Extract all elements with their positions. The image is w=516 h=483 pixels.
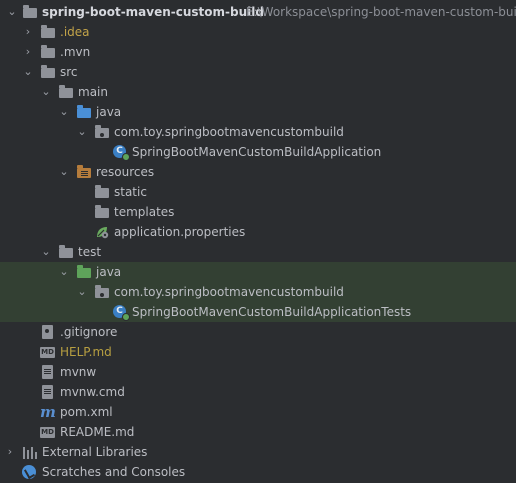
chevron-down-icon[interactable]: ⌄ [40,82,52,102]
chevron-down-icon[interactable]: ⌄ [22,62,34,82]
project-name: spring-boot-maven-custom-build [42,5,264,19]
tree-row-project-root[interactable]: ⌄ spring-boot-maven-custom-build E:\Work… [0,2,516,22]
tree-item-label: Scratches and Consoles [42,465,186,479]
chevron-down-icon[interactable]: ⌄ [58,162,70,182]
folder-icon [40,25,56,39]
tree-item-label: mvnw.cmd [60,385,125,399]
folder-icon [58,245,74,259]
tree-row-main-java[interactable]: ⌄ java [0,102,516,122]
tree-item-label: main [78,85,108,99]
tree-row-resources[interactable]: ⌄ resources [0,162,516,182]
tree-row-idea[interactable]: › .idea [0,22,516,42]
tree-item-label: SpringBootMavenCustomBuildApplicationTes… [132,305,412,319]
tree-item-label: java [96,105,122,119]
chevron-down-icon[interactable]: ⌄ [6,2,18,22]
chevron-right-icon[interactable]: › [22,42,34,62]
tree-item-label: External Libraries [42,445,148,459]
tree-row-main-class[interactable]: C SpringBootMavenCustomBuildApplication [0,142,516,162]
folder-icon [40,45,56,59]
folder-icon [94,185,110,199]
markdown-file-icon: MD [40,427,55,438]
chevron-down-icon[interactable]: ⌄ [58,262,70,282]
test-class-icon: C [112,305,130,321]
chevron-down-icon[interactable]: ⌄ [40,242,52,262]
tree-row-main-package[interactable]: ⌄ com.toy.springbootmavencustombuild [0,122,516,142]
tree-item-label: com.toy.springbootmavencustombuild [114,125,344,139]
tree-item-label: README.md [60,425,135,439]
tree-row-external-libraries[interactable]: › External Libraries [0,442,516,462]
tree-row-src[interactable]: ⌄ src [0,62,516,82]
tree-item-label: mvnw [60,365,97,379]
tree-row-help-md[interactable]: MD HELP.md [0,342,516,362]
tree-row-test-class[interactable]: C SpringBootMavenCustomBuildApplicationT… [0,302,516,322]
libraries-icon [22,445,38,459]
spring-boot-class-icon: C [112,145,130,161]
tree-item-label: resources [96,165,155,179]
tree-row-pom[interactable]: m pom.xml [0,402,516,422]
tree-row-main[interactable]: ⌄ main [0,82,516,102]
tree-row-test-java[interactable]: ⌄ java [0,262,516,282]
tree-row-mvnw-cmd[interactable]: mvnw.cmd [0,382,516,402]
tree-item-label: .idea [60,25,90,39]
folder-icon [22,5,38,19]
chevron-down-icon[interactable]: ⌄ [58,102,70,122]
gitignore-file-icon [40,325,56,339]
tree-row-mvn[interactable]: › .mvn [0,42,516,62]
source-folder-icon [76,105,92,119]
text-file-icon [40,385,56,399]
tree-item-label: .mvn [60,45,91,59]
tree-item-label: application.properties [114,225,246,239]
maven-icon: m [40,403,56,421]
text-file-icon [40,365,56,379]
chevron-right-icon[interactable]: › [4,442,16,462]
tree-row-test-package[interactable]: ⌄ com.toy.springbootmavencustombuild [0,282,516,302]
tree-item-label: pom.xml [60,405,113,419]
tree-item-label: com.toy.springbootmavencustombuild [114,285,344,299]
folder-icon [94,205,110,219]
tree-item-label: static [114,185,147,199]
scratches-icon [22,465,38,479]
tree-row-templates[interactable]: templates [0,202,516,222]
tree-item-label: .gitignore [60,325,118,339]
tree-row-gitignore[interactable]: .gitignore [0,322,516,342]
tree-row-test[interactable]: ⌄ test [0,242,516,262]
test-source-folder-icon [76,265,92,279]
project-path: E:\Workspace\spring-boot-maven-custom-bu… [246,5,516,19]
resources-folder-icon [76,165,92,179]
tree-item-label: HELP.md [60,345,112,359]
tree-item-label: templates [114,205,175,219]
tree-row-scratches[interactable]: Scratches and Consoles [0,462,516,482]
tree-item-label: test [78,245,102,259]
tree-row-application-properties[interactable]: application.properties [0,222,516,242]
tree-item-label: src [60,65,78,79]
package-icon [94,125,110,139]
tree-row-mvnw[interactable]: mvnw [0,362,516,382]
chevron-right-icon[interactable]: › [22,22,34,42]
chevron-down-icon[interactable]: ⌄ [76,122,88,142]
folder-icon [40,65,56,79]
tree-item-label: java [96,265,122,279]
tree-row-readme[interactable]: MD README.md [0,422,516,442]
spring-properties-icon [94,225,110,239]
chevron-down-icon[interactable]: ⌄ [76,282,88,302]
package-icon [94,285,110,299]
tree-row-static[interactable]: static [0,182,516,202]
folder-icon [58,85,74,99]
tree-item-label: SpringBootMavenCustomBuildApplication [132,145,382,159]
markdown-file-icon: MD [40,347,55,358]
project-tree: ⌄ spring-boot-maven-custom-build E:\Work… [0,0,516,483]
